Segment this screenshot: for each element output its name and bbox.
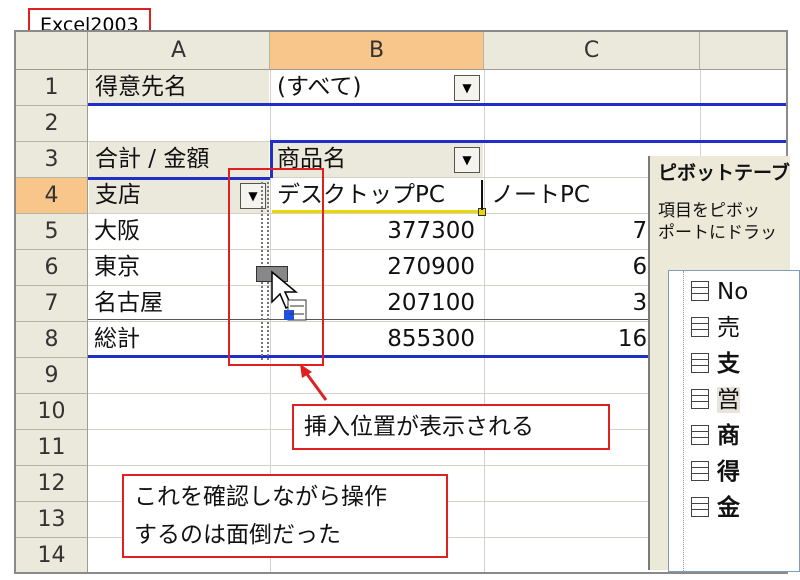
field-item[interactable]: 売 — [691, 311, 740, 345]
field-item[interactable]: 支 — [691, 347, 740, 381]
arrow-icon — [300, 364, 328, 401]
field-label: No — [717, 279, 749, 305]
column-header-d[interactable] — [700, 32, 786, 70]
field-label: 得 — [717, 459, 740, 485]
pivot-border — [270, 140, 786, 143]
field-icon — [691, 389, 709, 409]
field-item[interactable]: 営 — [691, 383, 740, 417]
note-callout: これを確認しながら操作 するのは面倒だった — [122, 474, 448, 558]
highlight-box — [228, 168, 324, 366]
pivot-field-list-pane: ピボットテーブ 項目をピボッ ポートにドラッ No 売 支 営 商 得 金 — [648, 156, 800, 572]
column-header-b[interactable]: B — [270, 32, 484, 70]
row-header-11[interactable]: 11 — [16, 430, 88, 466]
row-header-7[interactable]: 7 — [16, 286, 88, 322]
field-label: 売 — [717, 315, 740, 341]
note-callout-line-1: これを確認しながら操作 — [134, 484, 387, 510]
field-item[interactable]: 得 — [691, 455, 740, 489]
pane-description: 項目をピボッ ポートにドラッ — [658, 200, 790, 244]
field-icon — [691, 461, 709, 481]
field-label: 商 — [717, 423, 740, 449]
page-field-dropdown-icon[interactable]: ▼ — [454, 75, 480, 101]
field-label: 金 — [717, 495, 740, 521]
field-item[interactable]: 商 — [691, 419, 740, 453]
row-header-5[interactable]: 5 — [16, 214, 88, 250]
field-icon — [691, 497, 709, 517]
row-header-2[interactable]: 2 — [16, 106, 88, 142]
note-callout-line-2: するのは面倒だった — [134, 522, 341, 548]
insert-position-callout: 挿入位置が表示される — [292, 404, 610, 450]
field-icon — [691, 353, 709, 373]
field-item[interactable]: No — [691, 275, 748, 309]
row-header-1[interactable]: 1 — [16, 70, 88, 106]
row-header-9[interactable]: 9 — [16, 358, 88, 394]
field-icon — [691, 317, 709, 337]
pivot-border — [88, 103, 786, 106]
pivot-field-list: No 売 支 営 商 得 金 — [668, 270, 800, 572]
page-field-label[interactable]: 得意先名 — [89, 70, 269, 105]
row-header-3[interactable]: 3 — [16, 142, 88, 178]
pane-title: ピボットテーブ — [650, 156, 790, 190]
field-label: 営 — [717, 387, 740, 413]
column-header-c[interactable]: C — [484, 32, 700, 70]
tree-line — [683, 271, 685, 571]
field-label: 支 — [717, 351, 740, 377]
row-header-13[interactable]: 13 — [16, 502, 88, 538]
row-header-12[interactable]: 12 — [16, 466, 88, 502]
pane-description-line-1: 項目をピボッ — [658, 201, 760, 221]
field-item[interactable]: 金 — [691, 491, 740, 525]
field-icon — [691, 425, 709, 445]
row-header-6[interactable]: 6 — [16, 250, 88, 286]
pane-description-line-2: ポートにドラッ — [658, 223, 777, 243]
cell-border — [481, 180, 483, 210]
column-header-a[interactable]: A — [88, 32, 270, 70]
field-icon — [691, 281, 709, 301]
row-header-14[interactable]: 14 — [16, 538, 88, 572]
column-field-dropdown-icon[interactable]: ▼ — [454, 147, 480, 173]
select-all-corner[interactable] — [16, 32, 88, 70]
row-header-10[interactable]: 10 — [16, 394, 88, 430]
page-field-value[interactable]: (すべて) — [271, 70, 483, 105]
row-header-4[interactable]: 4 — [16, 178, 88, 214]
row-header-8[interactable]: 8 — [16, 322, 88, 358]
